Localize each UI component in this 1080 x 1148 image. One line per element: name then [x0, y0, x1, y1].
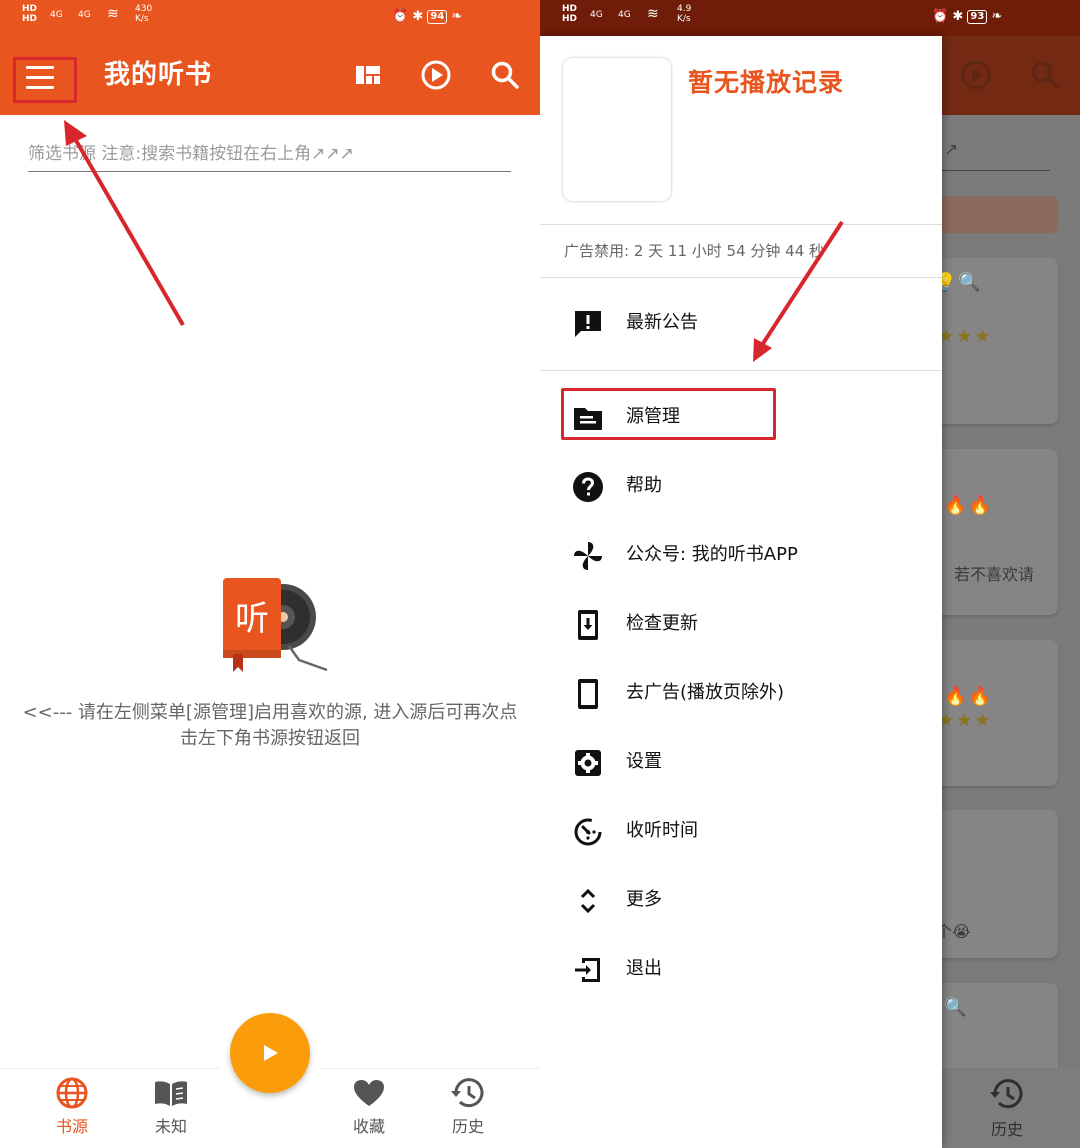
heart-icon	[354, 1080, 384, 1106]
nav-item-history[interactable]: 历史	[428, 1077, 508, 1137]
timer-icon	[574, 818, 602, 846]
status-bar: HD HD 4G 4G ≋ 430 K/s ⏰ ✱ 94 ❧	[0, 0, 540, 36]
status-icons: ⏰ ✱ 93 ❧	[932, 9, 1002, 25]
screenshot-root: HD HD 4G 4G ≋ 430 K/s ⏰ ✱ 94 ❧ 我的听书 筛选书源…	[0, 0, 1080, 1148]
highlight-box	[13, 57, 77, 103]
right-screen: HD HD 4G 4G ≋ 4.9 K/s ⏰ ✱ 93 ❧ ↗ 💡🔍 ★★★★…	[540, 0, 1080, 1148]
no-record-label: 暂无播放记录	[688, 68, 845, 97]
network-indicator: HD HD	[562, 4, 578, 24]
battery-icon: 94	[427, 9, 448, 24]
help-icon	[573, 472, 603, 502]
menu-item-help[interactable]: 帮助	[540, 457, 942, 517]
nav-item-sources[interactable]: 书源	[32, 1077, 112, 1137]
app-bar: 我的听书	[0, 36, 540, 115]
history-icon	[451, 1078, 484, 1108]
leaf-icon: ❧	[991, 9, 1003, 24]
signal-icon: 4G	[618, 10, 631, 20]
wifi-icon: ≋	[647, 6, 659, 22]
nav-item-unknown[interactable]: 未知	[131, 1077, 211, 1137]
menu-item-listen-time[interactable]: 收听时间	[540, 802, 942, 862]
nav-item-favorites[interactable]: 收藏	[329, 1077, 409, 1137]
signal-icon: 4G	[590, 10, 603, 20]
filter-input[interactable]: 筛选书源 注意:搜索书籍按钮在右上角↗↗↗	[28, 140, 511, 172]
exit-icon	[575, 958, 600, 982]
book-icon	[155, 1081, 187, 1106]
menu-item-exit[interactable]: 退出	[540, 940, 942, 1000]
download-icon	[578, 610, 598, 640]
nav-drawer: 暂无播放记录 广告禁用: 2 天 11 小时 54 分钟 44 秒 最新公告 源…	[540, 36, 942, 1148]
play-icon	[264, 1045, 278, 1061]
alarm-icon: ⏰	[392, 9, 409, 24]
status-icons: ⏰ ✱ 94 ❧	[392, 9, 462, 25]
page-title: 我的听书	[104, 60, 213, 90]
divider	[540, 277, 942, 278]
menu-item-check-update[interactable]: 检查更新	[540, 595, 942, 655]
settings-icon	[575, 750, 601, 776]
divider	[540, 224, 942, 225]
expand-icon	[580, 888, 596, 914]
divider	[540, 370, 942, 371]
network-speed: 4.9 K/s	[677, 4, 692, 24]
announcement-icon	[575, 311, 601, 337]
play-circle-icon[interactable]	[419, 58, 453, 92]
cover-placeholder	[563, 58, 671, 201]
empty-hint: <<--- 请在左侧菜单[源管理]启用喜欢的源, 进入源后可再次点击左下角书源按…	[22, 702, 518, 749]
signal-icon: 4G	[50, 10, 63, 20]
history-icon	[990, 1079, 1023, 1109]
left-screen: HD HD 4G 4G ≋ 430 K/s ⏰ ✱ 94 ❧ 我的听书 筛选书源…	[0, 0, 540, 1148]
play-fab[interactable]	[230, 1013, 310, 1093]
wifi-icon: ≋	[107, 6, 119, 22]
grid-view-icon[interactable]	[351, 58, 385, 92]
red-arrow-annotation	[64, 120, 185, 327]
highlight-box	[561, 388, 776, 440]
app-logo: 听	[223, 578, 328, 672]
phone-icon	[578, 679, 598, 709]
status-bar: HD HD 4G 4G ≋ 4.9 K/s ⏰ ✱ 93 ❧	[540, 0, 1080, 36]
menu-item-public-account[interactable]: 公众号: 我的听书APP	[540, 526, 942, 586]
menu-item-settings[interactable]: 设置	[540, 733, 942, 793]
battery-icon: 93	[967, 9, 988, 24]
svg-text:听: 听	[235, 599, 269, 639]
pinwheel-icon	[574, 542, 602, 570]
search-icon	[1031, 61, 1059, 89]
alarm-icon: ⏰	[932, 9, 949, 24]
network-speed: 430 K/s	[135, 4, 153, 24]
search-icon[interactable]	[488, 58, 522, 92]
menu-item-announcement[interactable]: 最新公告	[540, 294, 942, 354]
bluetooth-icon: ✱	[952, 9, 964, 24]
play-circle-icon	[961, 60, 991, 90]
globe-icon	[56, 1077, 88, 1109]
bluetooth-icon: ✱	[412, 9, 424, 24]
leaf-icon: ❧	[451, 9, 463, 24]
network-indicator: HD HD	[22, 4, 38, 24]
ad-timer: 广告禁用: 2 天 11 小时 54 分钟 44 秒	[564, 242, 825, 260]
signal-icon: 4G	[78, 10, 91, 20]
menu-item-remove-ads[interactable]: 去广告(播放页除外)	[540, 664, 942, 724]
menu-item-more[interactable]: 更多	[540, 871, 942, 931]
